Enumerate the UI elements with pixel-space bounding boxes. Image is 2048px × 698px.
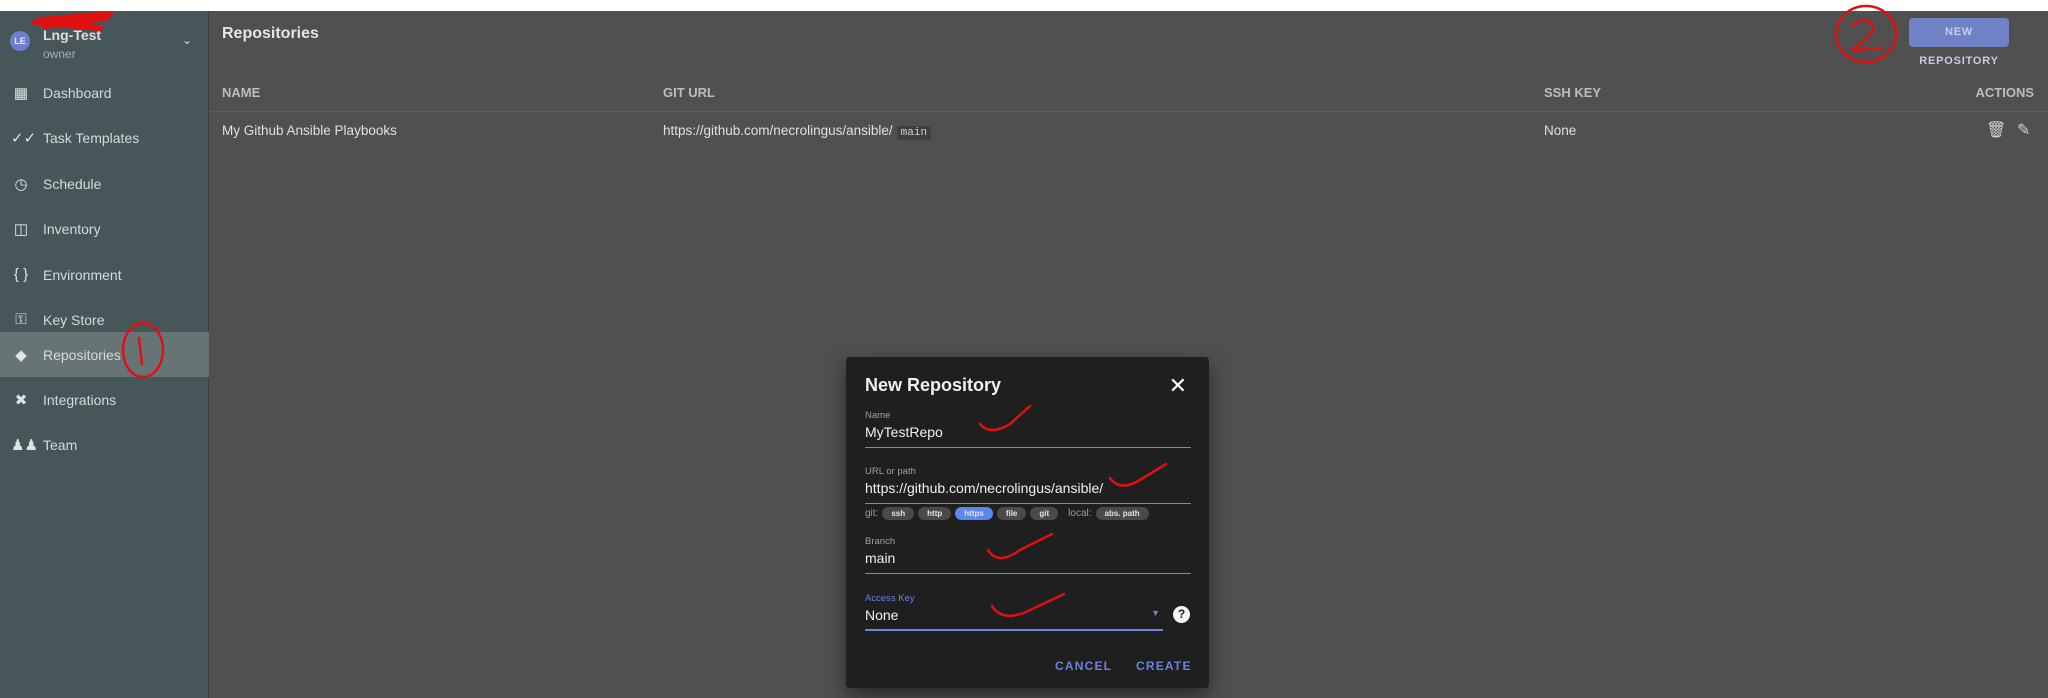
user-menu[interactable]: LE Lng-Test owner ⌄ bbox=[10, 23, 200, 63]
sidebar-item-label: Key Store bbox=[43, 311, 105, 328]
sidebar-item-label: Task Templates bbox=[43, 129, 140, 146]
local-prefix: local: bbox=[1068, 508, 1092, 519]
key-icon: ⚿ bbox=[15, 311, 27, 328]
table-divider bbox=[209, 111, 2048, 112]
chip-git[interactable]: git bbox=[1030, 507, 1059, 520]
sidebar-item-label: Repositories bbox=[43, 346, 121, 363]
url-label: URL or path bbox=[865, 466, 916, 477]
sidebar-item-environment[interactable]: { } Environment bbox=[0, 252, 209, 297]
url-value[interactable]: https://github.com/necrolingus/ansible/ bbox=[865, 480, 1103, 496]
braces-icon: { } bbox=[13, 266, 29, 283]
chip-http[interactable]: http bbox=[918, 507, 952, 520]
sidebar: LE Lng-Test owner ⌄ ▦ Dashboard ✓✓ Task Te… bbox=[0, 11, 209, 698]
sidebar-item-label: Integrations bbox=[43, 391, 117, 408]
new-repository-dialog: New Repository ✕ Name MyTestRepo URL or … bbox=[846, 357, 1209, 688]
repo-ssh-key: None bbox=[1544, 123, 1577, 138]
column-header-name[interactable]: NAME bbox=[222, 85, 260, 100]
sidebar-item-label: Inventory bbox=[43, 220, 101, 237]
sidebar-item-task-templates[interactable]: ✓✓ Task Templates bbox=[0, 115, 209, 160]
name-field[interactable]: Name MyTestRepo bbox=[865, 410, 1191, 448]
access-key-label: Access Key bbox=[865, 593, 915, 604]
avatar: LE bbox=[10, 31, 30, 51]
repo-url: https://github.com/necrolingus/ansible/m… bbox=[663, 123, 932, 140]
chevron-down-icon[interactable]: ⌄ bbox=[182, 33, 192, 47]
sidebar-item-inventory[interactable]: ◫ Inventory bbox=[0, 206, 209, 251]
create-button[interactable]: CREATE bbox=[1136, 659, 1192, 673]
double-check-icon: ✓✓ bbox=[11, 129, 37, 147]
column-header-git-url[interactable]: GIT URL bbox=[663, 85, 715, 100]
plug-icon: ✖ bbox=[14, 391, 28, 409]
cancel-button[interactable]: CANCEL bbox=[1055, 659, 1112, 673]
monitor-icon: ◫ bbox=[13, 220, 29, 238]
clock-icon: ◷ bbox=[14, 175, 28, 193]
dialog-title: New Repository bbox=[865, 375, 1002, 395]
new-repository-button[interactable]: NEW REPOSITORY bbox=[1909, 18, 2009, 67]
chip-abs-path[interactable]: abs. path bbox=[1095, 507, 1149, 520]
branch-field[interactable]: Branch main bbox=[865, 536, 1191, 574]
repo-name: My Github Ansible Playbooks bbox=[222, 123, 397, 138]
user-role: owner bbox=[43, 47, 76, 61]
sidebar-item-label: Dashboard bbox=[43, 84, 112, 101]
people-icon: ♟♟ bbox=[11, 436, 38, 454]
branch-label: Branch bbox=[865, 536, 896, 547]
sidebar-item-integrations[interactable]: ✖ Integrations bbox=[0, 377, 209, 422]
name-label: Name bbox=[865, 410, 891, 421]
git-prefix: git: bbox=[865, 508, 879, 519]
repo-branch: main bbox=[896, 126, 932, 140]
repo-url-text: https://github.com/necrolingus/ansible/ bbox=[663, 123, 893, 138]
column-header-ssh-key[interactable]: SSH KEY bbox=[1544, 85, 1601, 100]
sidebar-item-dashboard[interactable]: ▦ Dashboard bbox=[0, 70, 209, 115]
url-type-chips: git: ssh http https file git local: abs.… bbox=[865, 507, 1149, 520]
access-key-value: None bbox=[865, 607, 899, 623]
sidebar-item-label: Team bbox=[43, 436, 78, 453]
app: LE Lng-Test owner ⌄ ▦ Dashboard ✓✓ Task Te… bbox=[0, 11, 2048, 698]
chip-ssh[interactable]: ssh bbox=[882, 507, 915, 520]
close-icon[interactable]: ✕ bbox=[1169, 373, 1187, 399]
column-header-actions: ACTIONS bbox=[1975, 85, 2035, 100]
sidebar-item-label: Environment bbox=[43, 266, 122, 283]
sidebar-item-label: Schedule bbox=[43, 175, 102, 192]
name-value[interactable]: MyTestRepo bbox=[865, 424, 943, 440]
edit-icon[interactable]: ✎ bbox=[2017, 120, 2030, 140]
dashboard-icon: ▦ bbox=[13, 84, 29, 102]
sidebar-item-schedule[interactable]: ◷ Schedule bbox=[0, 161, 209, 206]
branch-value[interactable]: main bbox=[865, 550, 895, 566]
sidebar-item-team[interactable]: ♟♟ Team bbox=[0, 422, 209, 467]
access-key-select[interactable]: Access Key None ▼ bbox=[865, 593, 1163, 631]
delete-icon[interactable]: 🗑 bbox=[1986, 120, 2006, 140]
sidebar-item-repositories[interactable]: ◆ Repositories bbox=[0, 332, 209, 377]
chip-https[interactable]: https bbox=[955, 507, 993, 520]
chip-file[interactable]: file bbox=[996, 507, 1027, 520]
page-title: Repositories bbox=[222, 25, 319, 42]
user-name: Lng-Test bbox=[43, 27, 102, 43]
url-field[interactable]: URL or path https://github.com/necroling… bbox=[865, 466, 1191, 504]
git-icon: ◆ bbox=[15, 346, 27, 364]
help-icon[interactable]: ? bbox=[1173, 606, 1190, 623]
dropdown-arrow-icon[interactable]: ▼ bbox=[1151, 608, 1160, 618]
